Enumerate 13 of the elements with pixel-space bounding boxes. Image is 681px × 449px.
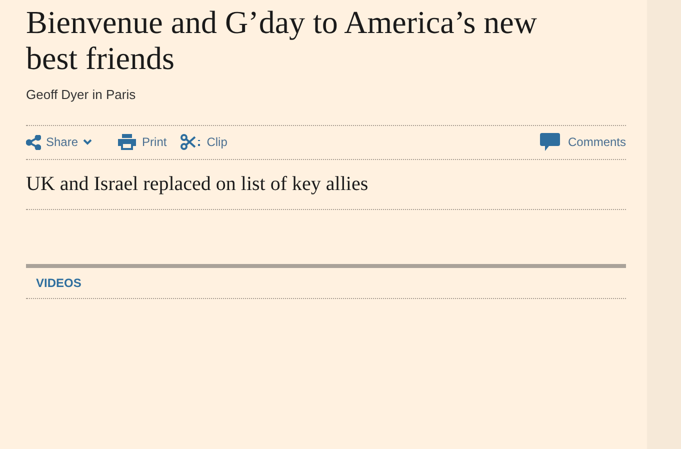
printer-icon xyxy=(118,134,136,150)
print-button[interactable]: Print xyxy=(118,133,167,151)
videos-heading: VIDEOS xyxy=(36,274,82,292)
comments-button[interactable]: Comments xyxy=(540,133,626,151)
speech-bubble-icon xyxy=(540,133,560,151)
clip-button[interactable]: Clip xyxy=(180,133,228,151)
related-headline-link[interactable]: UK and Israel replaced on list of key allies xyxy=(26,169,368,199)
chevron-down-icon xyxy=(83,139,92,145)
article-title: Bienvenue and G’day to America’s new best friends xyxy=(26,3,538,76)
share-button[interactable]: Share xyxy=(26,133,92,151)
byline: Geoff Dyer in Paris xyxy=(26,86,137,104)
scissors-icon xyxy=(180,134,202,150)
share-icon xyxy=(26,134,41,150)
